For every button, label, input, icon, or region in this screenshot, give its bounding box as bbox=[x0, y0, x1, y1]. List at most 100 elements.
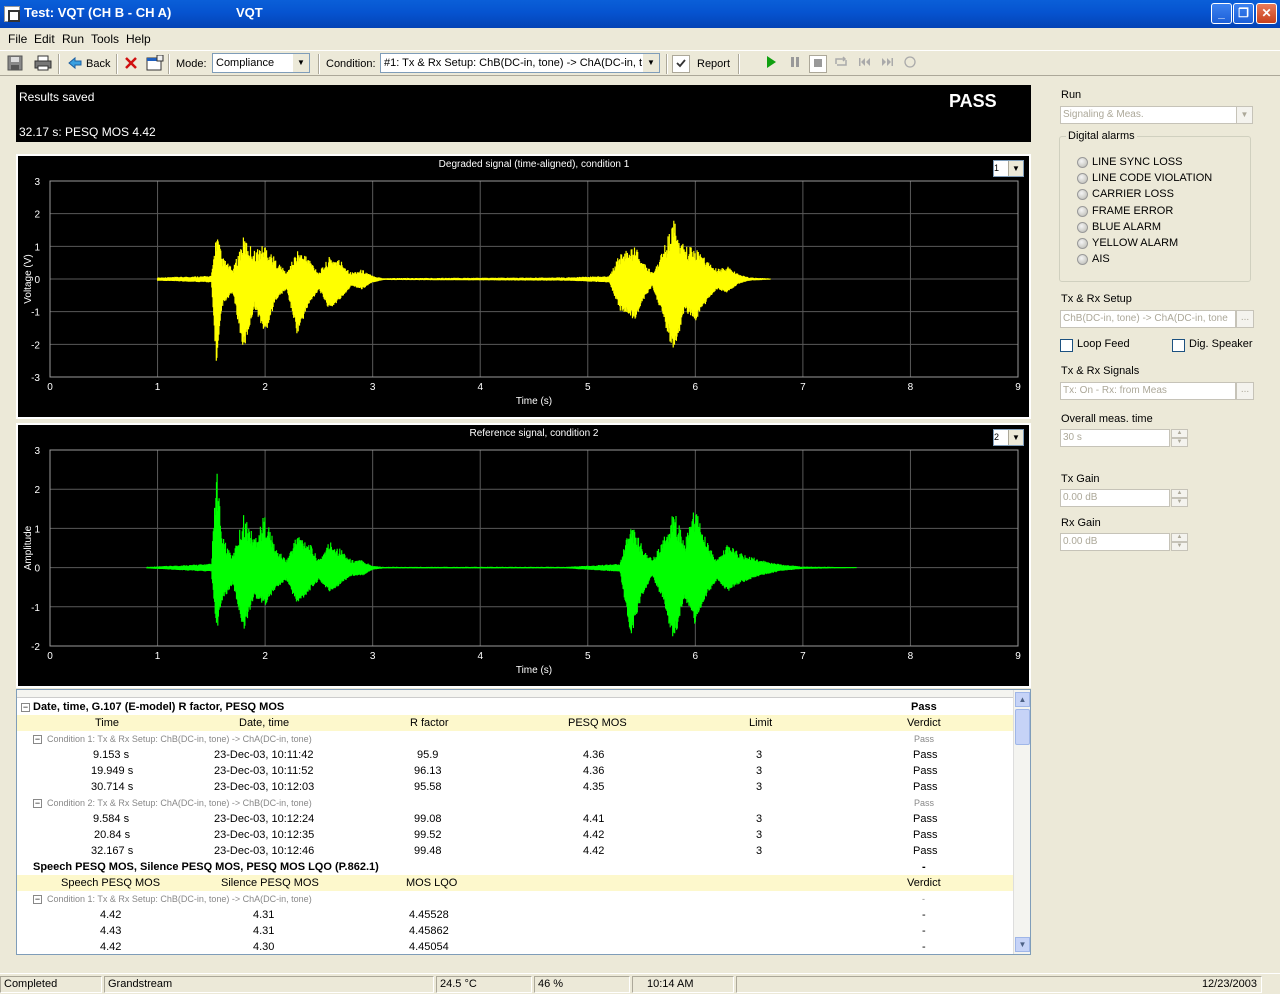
scroll-thumb[interactable] bbox=[1015, 709, 1030, 745]
meas-time-field[interactable]: 30 s bbox=[1060, 429, 1170, 447]
check-icon[interactable] bbox=[672, 55, 690, 73]
play-icon[interactable] bbox=[762, 55, 780, 73]
condition-row[interactable]: − Condition 1: Tx & Rx Setup: ChB(DC-in,… bbox=[17, 891, 1014, 907]
back-arrow-icon[interactable] bbox=[66, 55, 84, 73]
collapse-icon[interactable]: − bbox=[33, 799, 42, 808]
x-tick-label: 9 bbox=[1015, 651, 1021, 662]
rx-gain-field[interactable]: 0.00 dB bbox=[1060, 533, 1170, 551]
column-header[interactable]: MOS LQO bbox=[406, 875, 457, 891]
spin-down-icon[interactable]: ▼ bbox=[1171, 438, 1188, 447]
chevron-down-icon[interactable]: ▼ bbox=[1008, 430, 1023, 445]
column-header[interactable]: Silence PESQ MOS bbox=[221, 875, 319, 891]
spin-up-icon[interactable]: ▲ bbox=[1171, 533, 1188, 542]
table-row[interactable]: 4.42 4.31 4.45528 - bbox=[17, 907, 1014, 923]
table-row[interactable]: 32.167 s 23-Dec-03, 10:12:46 99.48 4.42 … bbox=[17, 843, 1014, 859]
menu-help[interactable]: Help bbox=[126, 32, 151, 46]
table-row[interactable]: 4.43 4.31 4.45862 - bbox=[17, 923, 1014, 939]
column-header[interactable]: Date, time bbox=[239, 715, 289, 731]
cell-verdict: Pass bbox=[913, 781, 938, 793]
x-tick-label: 2 bbox=[262, 651, 268, 662]
cell-verdict: Pass bbox=[913, 829, 938, 841]
channel-selector[interactable]: 1 ▼ bbox=[993, 160, 1024, 177]
section-header[interactable]: Speech PESQ MOS, Silence PESQ MOS, PESQ … bbox=[17, 859, 1014, 875]
condition-row[interactable]: − Condition 2: Tx & Rx Setup: ChA(DC-in,… bbox=[17, 795, 1014, 811]
delete-icon[interactable] bbox=[122, 55, 140, 73]
section-verdict: - bbox=[922, 861, 926, 873]
spin-up-icon[interactable]: ▲ bbox=[1171, 489, 1188, 498]
loop-feed-checkbox[interactable] bbox=[1060, 339, 1073, 352]
stop-icon[interactable] bbox=[809, 55, 827, 73]
cell-pesq-mos: 4.42 bbox=[583, 829, 605, 841]
loop-icon[interactable] bbox=[832, 55, 850, 73]
fast-forward-icon[interactable] bbox=[878, 55, 896, 73]
collapse-icon[interactable]: − bbox=[33, 735, 42, 744]
collapse-icon[interactable]: − bbox=[21, 703, 30, 712]
tx-gain-field[interactable]: 0.00 dB bbox=[1060, 489, 1170, 507]
table-row[interactable]: 9.153 s 23-Dec-03, 10:11:42 95.9 4.36 3 … bbox=[17, 747, 1014, 763]
signals-field[interactable]: Tx: On - Rx: from Meas bbox=[1060, 382, 1236, 400]
save-icon[interactable] bbox=[6, 55, 24, 73]
alarm-label: FRAME ERROR bbox=[1092, 205, 1174, 217]
spin-down-icon[interactable]: ▼ bbox=[1171, 498, 1188, 507]
column-header[interactable]: Speech PESQ MOS bbox=[61, 875, 160, 891]
condition-select[interactable]: #1: Tx & Rx Setup: ChB(DC-in, tone) -> C… bbox=[380, 53, 660, 73]
meas-time-spinner[interactable]: ▲ ▼ bbox=[1171, 429, 1188, 447]
table-row[interactable]: 30.714 s 23-Dec-03, 10:12:03 95.58 4.35 … bbox=[17, 779, 1014, 795]
toolbar-separator bbox=[666, 54, 668, 74]
setup-field[interactable]: ChB(DC-in, tone) -> ChA(DC-in, tone bbox=[1060, 310, 1236, 328]
record-icon[interactable] bbox=[901, 55, 919, 73]
menu-file[interactable]: File bbox=[8, 32, 27, 46]
setup-browse-button[interactable]: ... bbox=[1236, 310, 1254, 328]
column-header[interactable]: Verdict bbox=[907, 715, 941, 731]
collapse-icon[interactable]: − bbox=[33, 895, 42, 904]
rewind-icon[interactable] bbox=[856, 55, 874, 73]
scroll-down-icon[interactable]: ▼ bbox=[1015, 937, 1030, 952]
column-header[interactable]: Verdict bbox=[907, 875, 941, 891]
report-toggle[interactable]: Report bbox=[697, 53, 730, 75]
cell-rfactor: 99.52 bbox=[414, 829, 442, 841]
rx-gain-spinner[interactable]: ▲ ▼ bbox=[1171, 533, 1188, 551]
app-icon[interactable] bbox=[4, 6, 20, 22]
toolbar-separator bbox=[116, 54, 118, 74]
back-button[interactable]: Back bbox=[86, 53, 110, 75]
pause-icon[interactable] bbox=[786, 55, 804, 73]
print-icon[interactable] bbox=[34, 55, 52, 73]
results-grid[interactable]: − Date, time, G.107 (E-model) R factor, … bbox=[16, 689, 1031, 955]
condition-row[interactable]: − Condition 1: Tx & Rx Setup: ChB(DC-in,… bbox=[17, 731, 1014, 747]
minimize-button[interactable]: _ bbox=[1211, 3, 1232, 24]
vertical-scrollbar[interactable]: ▲ ▼ bbox=[1013, 690, 1030, 954]
mode-select[interactable]: Compliance ▼ bbox=[212, 53, 310, 73]
chevron-down-icon[interactable]: ▼ bbox=[1008, 161, 1023, 176]
cell-datetime: 23-Dec-03, 10:11:42 bbox=[214, 749, 314, 761]
spin-down-icon[interactable]: ▼ bbox=[1171, 542, 1188, 551]
menu-edit[interactable]: Edit bbox=[34, 32, 55, 46]
scroll-up-icon[interactable]: ▲ bbox=[1015, 692, 1030, 707]
column-header[interactable]: R factor bbox=[410, 715, 449, 731]
table-row[interactable]: 4.42 4.30 4.45054 - bbox=[17, 939, 1014, 954]
x-tick-label: 6 bbox=[693, 651, 699, 662]
menu-tools[interactable]: Tools bbox=[91, 32, 119, 46]
chevron-down-icon[interactable]: ▼ bbox=[643, 54, 659, 72]
properties-icon[interactable] bbox=[146, 54, 164, 73]
table-row[interactable]: 20.84 s 23-Dec-03, 10:12:35 99.52 4.42 3… bbox=[17, 827, 1014, 843]
signals-browse-button[interactable]: ... bbox=[1236, 382, 1254, 400]
column-header[interactable]: Limit bbox=[749, 715, 772, 731]
table-row[interactable]: 9.584 s 23-Dec-03, 10:12:24 99.08 4.41 3… bbox=[17, 811, 1014, 827]
table-row[interactable]: 19.949 s 23-Dec-03, 10:11:52 96.13 4.36 … bbox=[17, 763, 1014, 779]
chevron-down-icon[interactable]: ▼ bbox=[293, 54, 309, 72]
tx-gain-spinner[interactable]: ▲ ▼ bbox=[1171, 489, 1188, 507]
channel-selector[interactable]: 2 ▼ bbox=[993, 429, 1024, 446]
cell-pesq-mos: 4.36 bbox=[583, 749, 605, 761]
menu-run[interactable]: Run bbox=[62, 32, 84, 46]
window-title: Test: VQT (CH B - CH A) bbox=[24, 5, 172, 20]
close-button[interactable]: ✕ bbox=[1256, 3, 1277, 24]
column-header[interactable]: Time bbox=[95, 715, 119, 731]
spin-up-icon[interactable]: ▲ bbox=[1171, 429, 1188, 438]
run-select[interactable]: Signaling & Meas. ▼ bbox=[1060, 106, 1253, 124]
dig-speaker-checkbox[interactable] bbox=[1172, 339, 1185, 352]
section-header[interactable]: − Date, time, G.107 (E-model) R factor, … bbox=[17, 699, 1014, 715]
column-header[interactable]: PESQ MOS bbox=[568, 715, 627, 731]
x-axis-label: Time (s) bbox=[516, 396, 552, 407]
restore-button[interactable]: ❐ bbox=[1233, 3, 1254, 24]
chevron-down-icon[interactable]: ▼ bbox=[1236, 107, 1252, 123]
